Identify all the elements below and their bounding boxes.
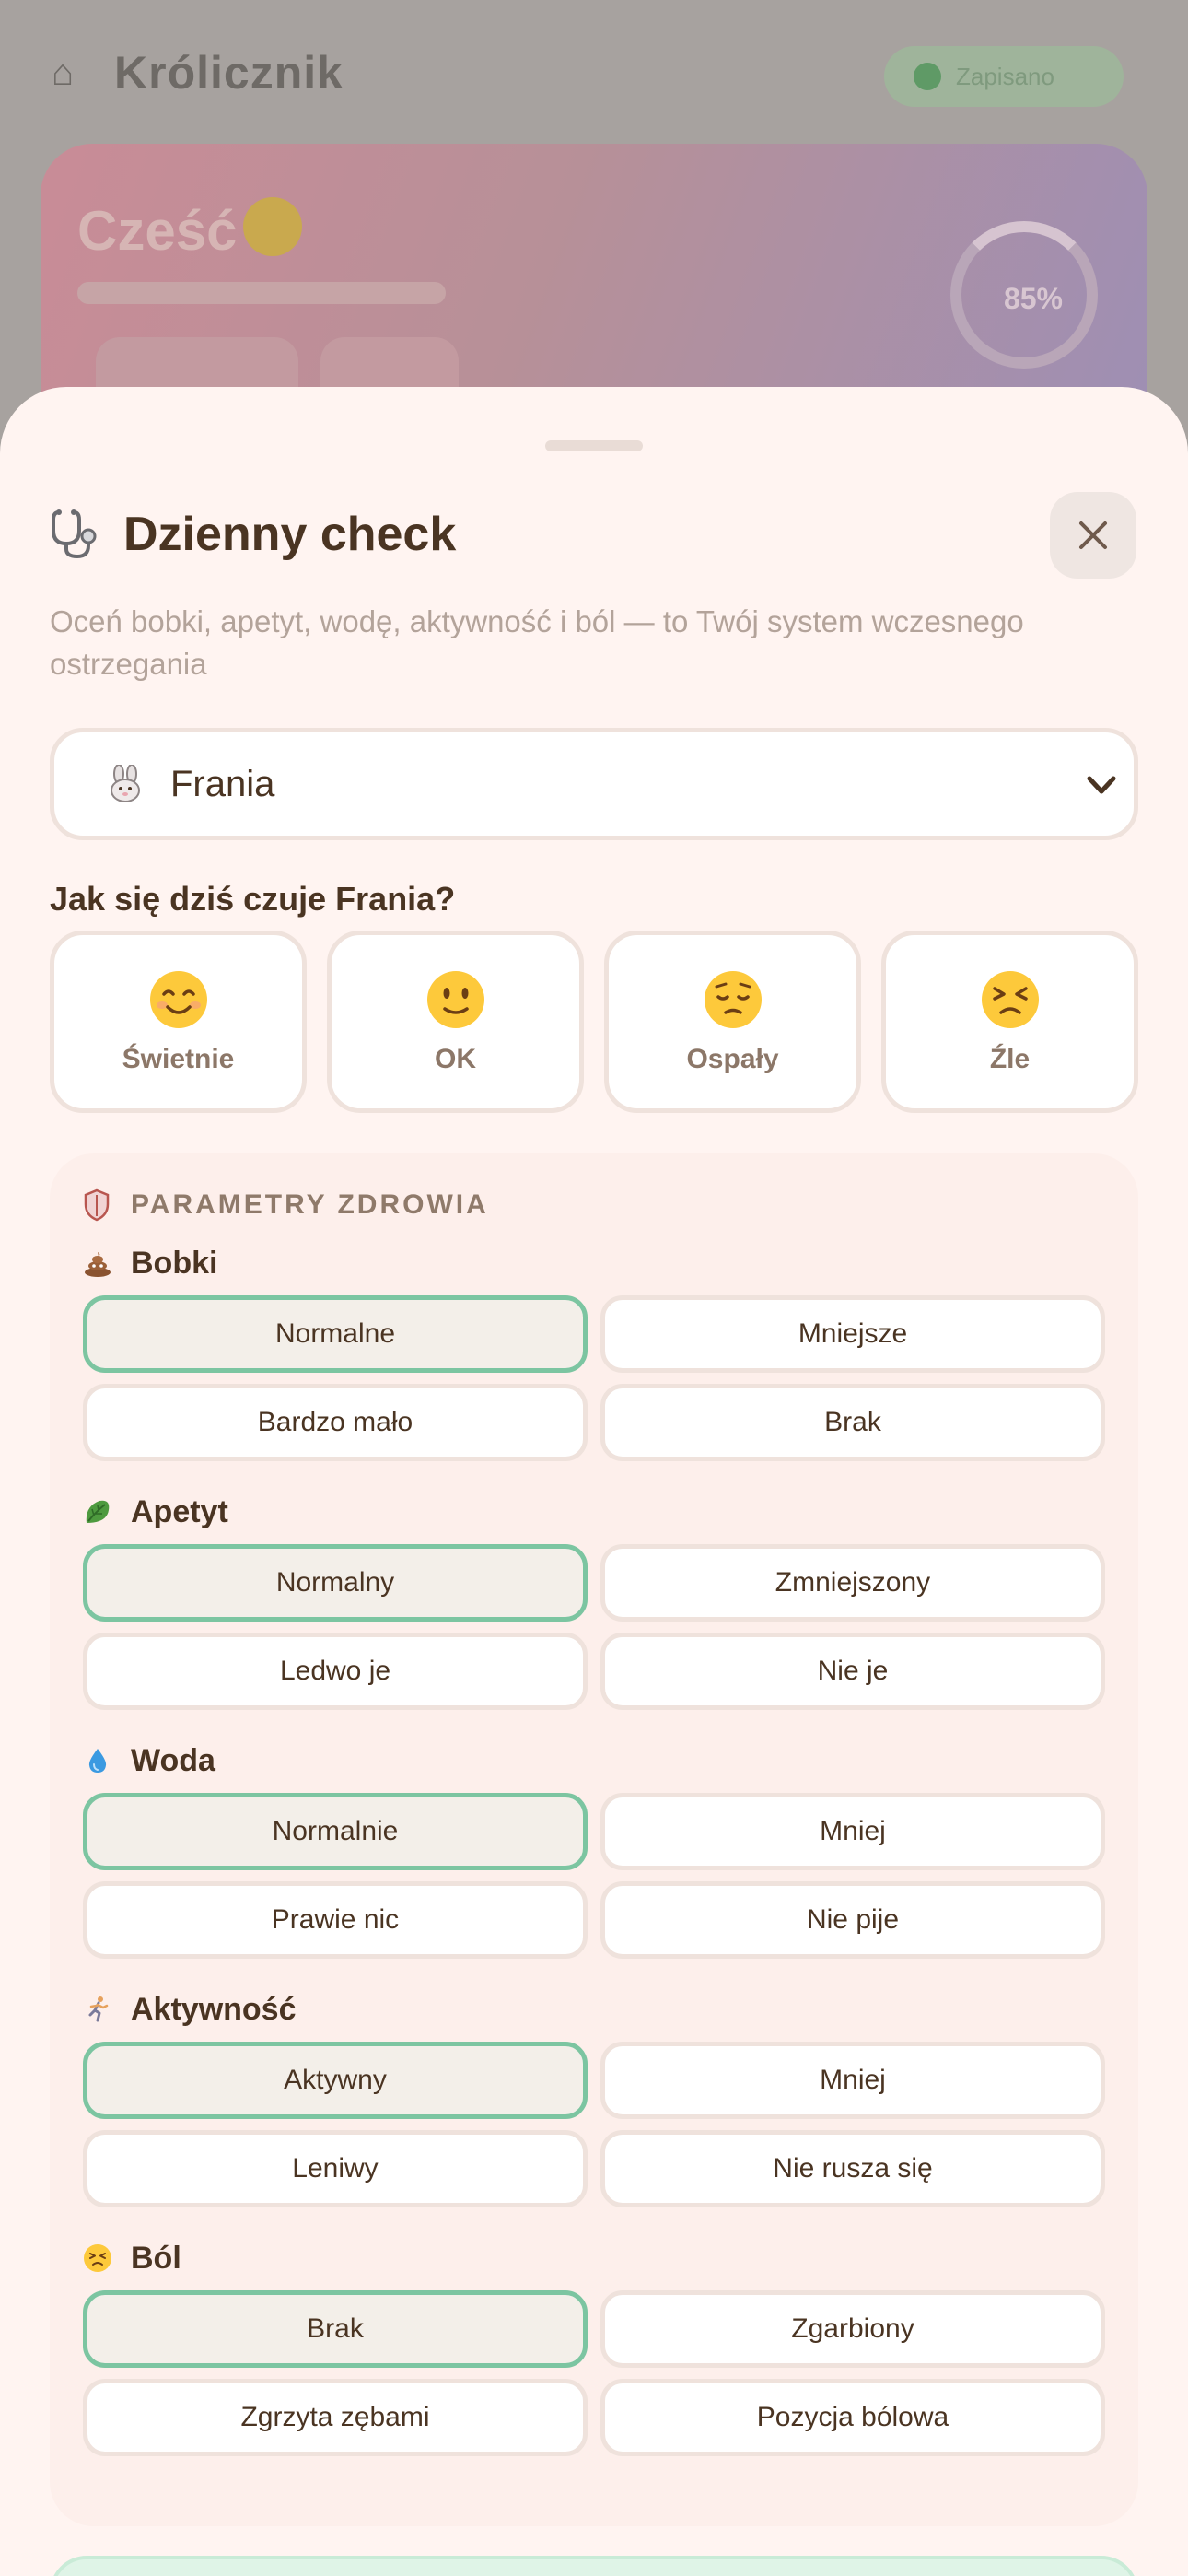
hero-greeting: Cześć	[77, 200, 238, 262]
param-label: Woda	[83, 1738, 1105, 1784]
option-button[interactable]: Normalne	[83, 1295, 588, 1373]
option-button[interactable]: Mniej	[600, 2042, 1105, 2119]
option-button[interactable]: Mniej	[600, 1793, 1105, 1870]
health-parameters-header: PARAMETRY ZDROWIA	[83, 1188, 489, 1222]
option-button[interactable]: Brak	[83, 2290, 588, 2368]
option-grid: Brak Zgarbiony Zgrzyta zębami Pozycja bó…	[83, 2290, 1105, 2456]
smiling-face-icon	[149, 971, 207, 1028]
option-button[interactable]: Bardzo mało	[83, 1384, 588, 1461]
option-grid: Normalny Zmniejszony Ledwo je Nie je	[83, 1544, 1105, 1710]
param-title: Apetyt	[131, 1493, 228, 1529]
option-button[interactable]: Zmniejszony	[600, 1544, 1105, 1622]
param-title: Ból	[131, 2240, 181, 2276]
health-parameters-card: PARAMETRY ZDROWIA Bobki Normalne Mniejsz…	[50, 1153, 1138, 2526]
selected-rabbit-name: Frania	[170, 763, 275, 804]
mood-label: Źle	[989, 1044, 1031, 1074]
mood-option-sleepy[interactable]: Ospały	[604, 931, 861, 1113]
sync-badge: Zapisano	[884, 46, 1124, 107]
option-button[interactable]: Leniwy	[83, 2130, 588, 2207]
option-grid: Normalnie Mniej Prawie nic Nie pije	[83, 1793, 1105, 1959]
daily-check-sheet: Dzienny check Oceń bobki, apetyt, wodę, …	[0, 387, 1188, 2576]
option-button[interactable]: Nie pije	[600, 1881, 1105, 1959]
droplet-icon	[88, 1749, 107, 1773]
chevron-down-icon	[1087, 776, 1116, 794]
option-button[interactable]: Nie rusza się	[600, 2130, 1105, 2207]
param-title: Woda	[131, 1742, 215, 1778]
option-button[interactable]: Brak	[600, 1384, 1105, 1461]
param-group-bobki: Bobki Normalne Mniejsze Bardzo mało Brak	[83, 1240, 1105, 1461]
persevering-face-icon	[981, 971, 1039, 1028]
param-title: Aktywność	[131, 1991, 297, 2027]
app-title: Królicznik	[114, 47, 344, 99]
shield-icon	[84, 1188, 110, 1222]
rabbit-select[interactable]: Frania	[50, 728, 1138, 840]
param-label: Ból	[83, 2235, 1105, 2281]
param-label: Bobki	[83, 1240, 1105, 1286]
sync-label: Zapisano	[956, 62, 1054, 90]
sun-icon	[243, 197, 302, 256]
mood-option-bad[interactable]: Źle	[881, 931, 1138, 1113]
mood-option-great[interactable]: Świetnie	[50, 931, 307, 1113]
mood-label: Świetnie	[122, 1044, 235, 1074]
mood-selector: Świetnie OK Ospały Źle	[50, 931, 1138, 1113]
rabbit-icon	[111, 765, 140, 802]
param-group-apetyt: Apetyt Normalny Zmniejszony Ledwo je Nie…	[83, 1489, 1105, 1710]
running-icon	[88, 1996, 109, 2022]
param-group-bol: Ból Brak Zgarbiony Zgrzyta zębami Pozycj…	[83, 2235, 1105, 2456]
param-group-woda: Woda Normalnie Mniej Prawie nic Nie pije	[83, 1738, 1105, 1959]
mood-question: Jak się dziś czuje Frania?	[50, 880, 456, 918]
option-button[interactable]: Prawie nic	[83, 1881, 588, 1959]
stethoscope-icon	[52, 509, 97, 559]
option-button[interactable]: Zgrzyta zębami	[83, 2379, 588, 2456]
sheet-title: Dzienny check	[123, 508, 457, 561]
app-header: ⌂ Królicznik	[52, 46, 344, 100]
sheet-grabber[interactable]	[545, 440, 643, 451]
leafy-green-icon	[86, 1500, 110, 1523]
hero-subtitle	[77, 282, 446, 304]
option-button[interactable]: Normalny	[83, 1544, 588, 1622]
slight-smile-icon	[426, 971, 484, 1028]
mood-option-ok[interactable]: OK	[327, 931, 584, 1113]
param-group-aktywnosc: Aktywność Aktywny Mniej Leniwy Nie rusza…	[83, 1986, 1105, 2207]
mood-label: OK	[435, 1044, 476, 1074]
mood-label: Ospały	[686, 1044, 779, 1074]
option-grid: Normalne Mniejsze Bardzo mało Brak	[83, 1295, 1105, 1461]
sheet-header: Dzienny check	[50, 507, 456, 562]
option-button[interactable]: Mniejsze	[600, 1295, 1105, 1373]
option-grid: Aktywny Mniej Leniwy Nie rusza się	[83, 2042, 1105, 2207]
close-button[interactable]	[1050, 492, 1136, 579]
rabbit-logo-icon: ⌂	[52, 53, 75, 93]
param-title: Bobki	[131, 1245, 218, 1281]
sheet-description: Oceń bobki, apetyt, wodę, aktywność i bó…	[50, 604, 1024, 681]
next-section-card	[50, 2556, 1138, 2576]
param-label: Apetyt	[83, 1489, 1105, 1535]
option-button[interactable]: Ledwo je	[83, 1633, 588, 1710]
option-button[interactable]: Aktywny	[83, 2042, 588, 2119]
background-app: ⌂ Królicznik Zapisano Cześć 85%	[0, 0, 1188, 448]
option-button[interactable]: Normalnie	[83, 1793, 588, 1870]
option-button[interactable]: Zgarbiony	[600, 2290, 1105, 2368]
option-button[interactable]: Nie je	[600, 1633, 1105, 1710]
sync-status-icon	[914, 63, 941, 90]
pensive-face-icon	[704, 971, 762, 1028]
param-label: Aktywność	[83, 1986, 1105, 2032]
persevering-face-icon	[84, 2244, 111, 2272]
option-button[interactable]: Pozycja bólowa	[600, 2379, 1105, 2456]
close-icon	[1079, 521, 1107, 549]
hero-percent: 85%	[1003, 282, 1063, 315]
health-parameters-title: PARAMETRY ZDROWIA	[131, 1189, 489, 1220]
poop-icon	[85, 1252, 111, 1277]
